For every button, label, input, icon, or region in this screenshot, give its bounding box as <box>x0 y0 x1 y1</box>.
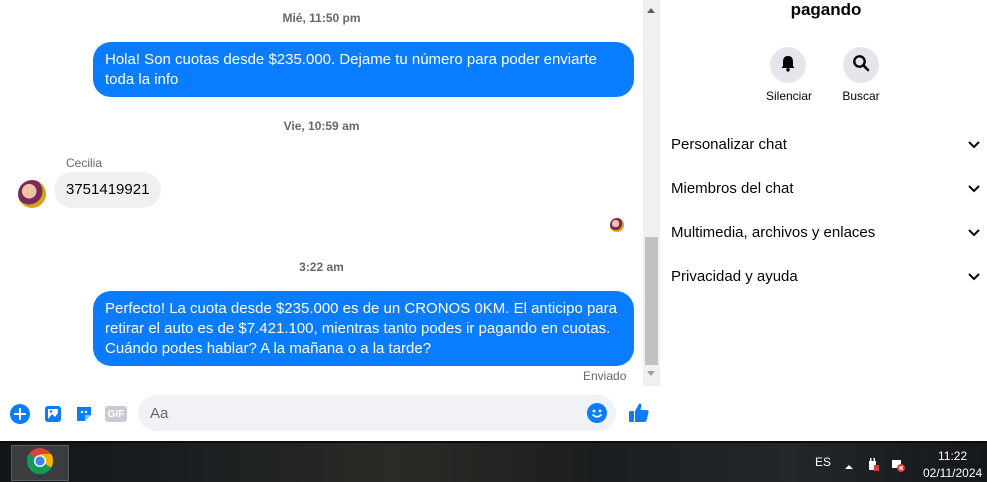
scroll-down-icon[interactable] <box>647 371 655 376</box>
menu-item-label: Multimedia, archivos y enlaces <box>671 223 876 241</box>
message-line: toda la info <box>105 71 179 88</box>
menu-item-label: Privacidad y ayuda <box>671 267 798 285</box>
timestamp: Vie, 10:59 am <box>283 119 360 133</box>
message-list[interactable]: Mié, 11:50 pm Hola! Son cuotas desde $23… <box>0 0 643 386</box>
menu-item-label: Miembros del chat <box>671 179 794 197</box>
language-indicator[interactable]: ES <box>815 455 831 469</box>
menu-customize-chat[interactable]: Personalizar chat <box>671 124 981 164</box>
message-input-wrap[interactable] <box>138 395 616 431</box>
menu-media-files-links[interactable]: Multimedia, archivos y enlaces <box>671 212 981 252</box>
show-hidden-icons-icon[interactable] <box>844 459 858 473</box>
like-icon[interactable] <box>627 401 651 425</box>
emoji-icon[interactable] <box>586 402 608 424</box>
chevron-down-icon <box>968 185 980 193</box>
chrome-icon <box>25 446 55 481</box>
search-label: Buscar <box>842 89 880 103</box>
scrollbar[interactable] <box>643 0 660 386</box>
message-bubble-outgoing[interactable]: Hola! Son cuotas desde $235.000. Dejame … <box>93 42 634 97</box>
mute-button[interactable] <box>770 47 806 83</box>
screen: Mié, 11:50 pm Hola! Son cuotas desde $23… <box>0 0 987 482</box>
network-disconnected-icon[interactable] <box>891 458 905 472</box>
chevron-down-icon <box>968 229 980 237</box>
image-icon[interactable] <box>42 403 64 425</box>
chat-area: Mié, 11:50 pm Hola! Son cuotas desde $23… <box>0 0 660 441</box>
clock-date[interactable]: 02/11/2024 <box>923 466 982 480</box>
timestamp: 3:22 am <box>299 260 344 274</box>
sender-name: Cecilia <box>66 156 103 170</box>
avatar[interactable] <box>18 180 46 208</box>
search-button[interactable] <box>843 47 879 83</box>
menu-privacy-help[interactable]: Privacidad y ayuda <box>671 256 981 296</box>
composer: GIF <box>0 386 660 441</box>
scroll-thumb[interactable] <box>645 237 658 365</box>
taskbar-app-chrome[interactable] <box>11 445 69 481</box>
bell-icon <box>779 54 797 77</box>
taskbar: ES 11:22 02/11/2024 <box>0 441 987 482</box>
chevron-down-icon <box>968 273 980 281</box>
message-bubble-outgoing[interactable]: Perfecto! La cuota desde $235.000 es de … <box>93 291 634 366</box>
message-bubble-incoming[interactable]: 3751419921 <box>54 172 162 208</box>
chat-info-panel: pagando Silenciar Buscar Personalizar ch… <box>661 0 987 441</box>
message-line: retirar el auto es de $7.421.100, mientr… <box>105 320 611 337</box>
message-input[interactable] <box>150 395 580 431</box>
search-icon <box>852 54 870 77</box>
power-plug-icon[interactable] <box>866 458 880 472</box>
scroll-up-icon[interactable] <box>647 8 655 13</box>
delivery-status: Enviado <box>583 369 627 383</box>
conversation-title: pagando <box>790 0 862 19</box>
chevron-down-icon <box>968 141 980 149</box>
message-line: Hola! Son cuotas desde $235.000. Dejame … <box>105 51 597 68</box>
message-line: Cuándo podes hablar? A la mañana o a la … <box>105 340 432 357</box>
menu-chat-members[interactable]: Miembros del chat <box>671 168 981 208</box>
message-line: Perfecto! La cuota desde $235.000 es de … <box>105 300 617 317</box>
gif-label: GIF <box>105 406 127 422</box>
menu-item-label: Personalizar chat <box>671 135 787 153</box>
timestamp: Mié, 11:50 pm <box>282 11 361 25</box>
clock-time[interactable]: 11:22 <box>938 449 967 463</box>
seen-avatar <box>610 218 624 232</box>
gif-icon[interactable]: GIF <box>104 403 128 425</box>
plus-icon[interactable] <box>9 403 31 425</box>
sticker-icon[interactable] <box>73 403 95 425</box>
mute-label: Silenciar <box>765 89 813 103</box>
